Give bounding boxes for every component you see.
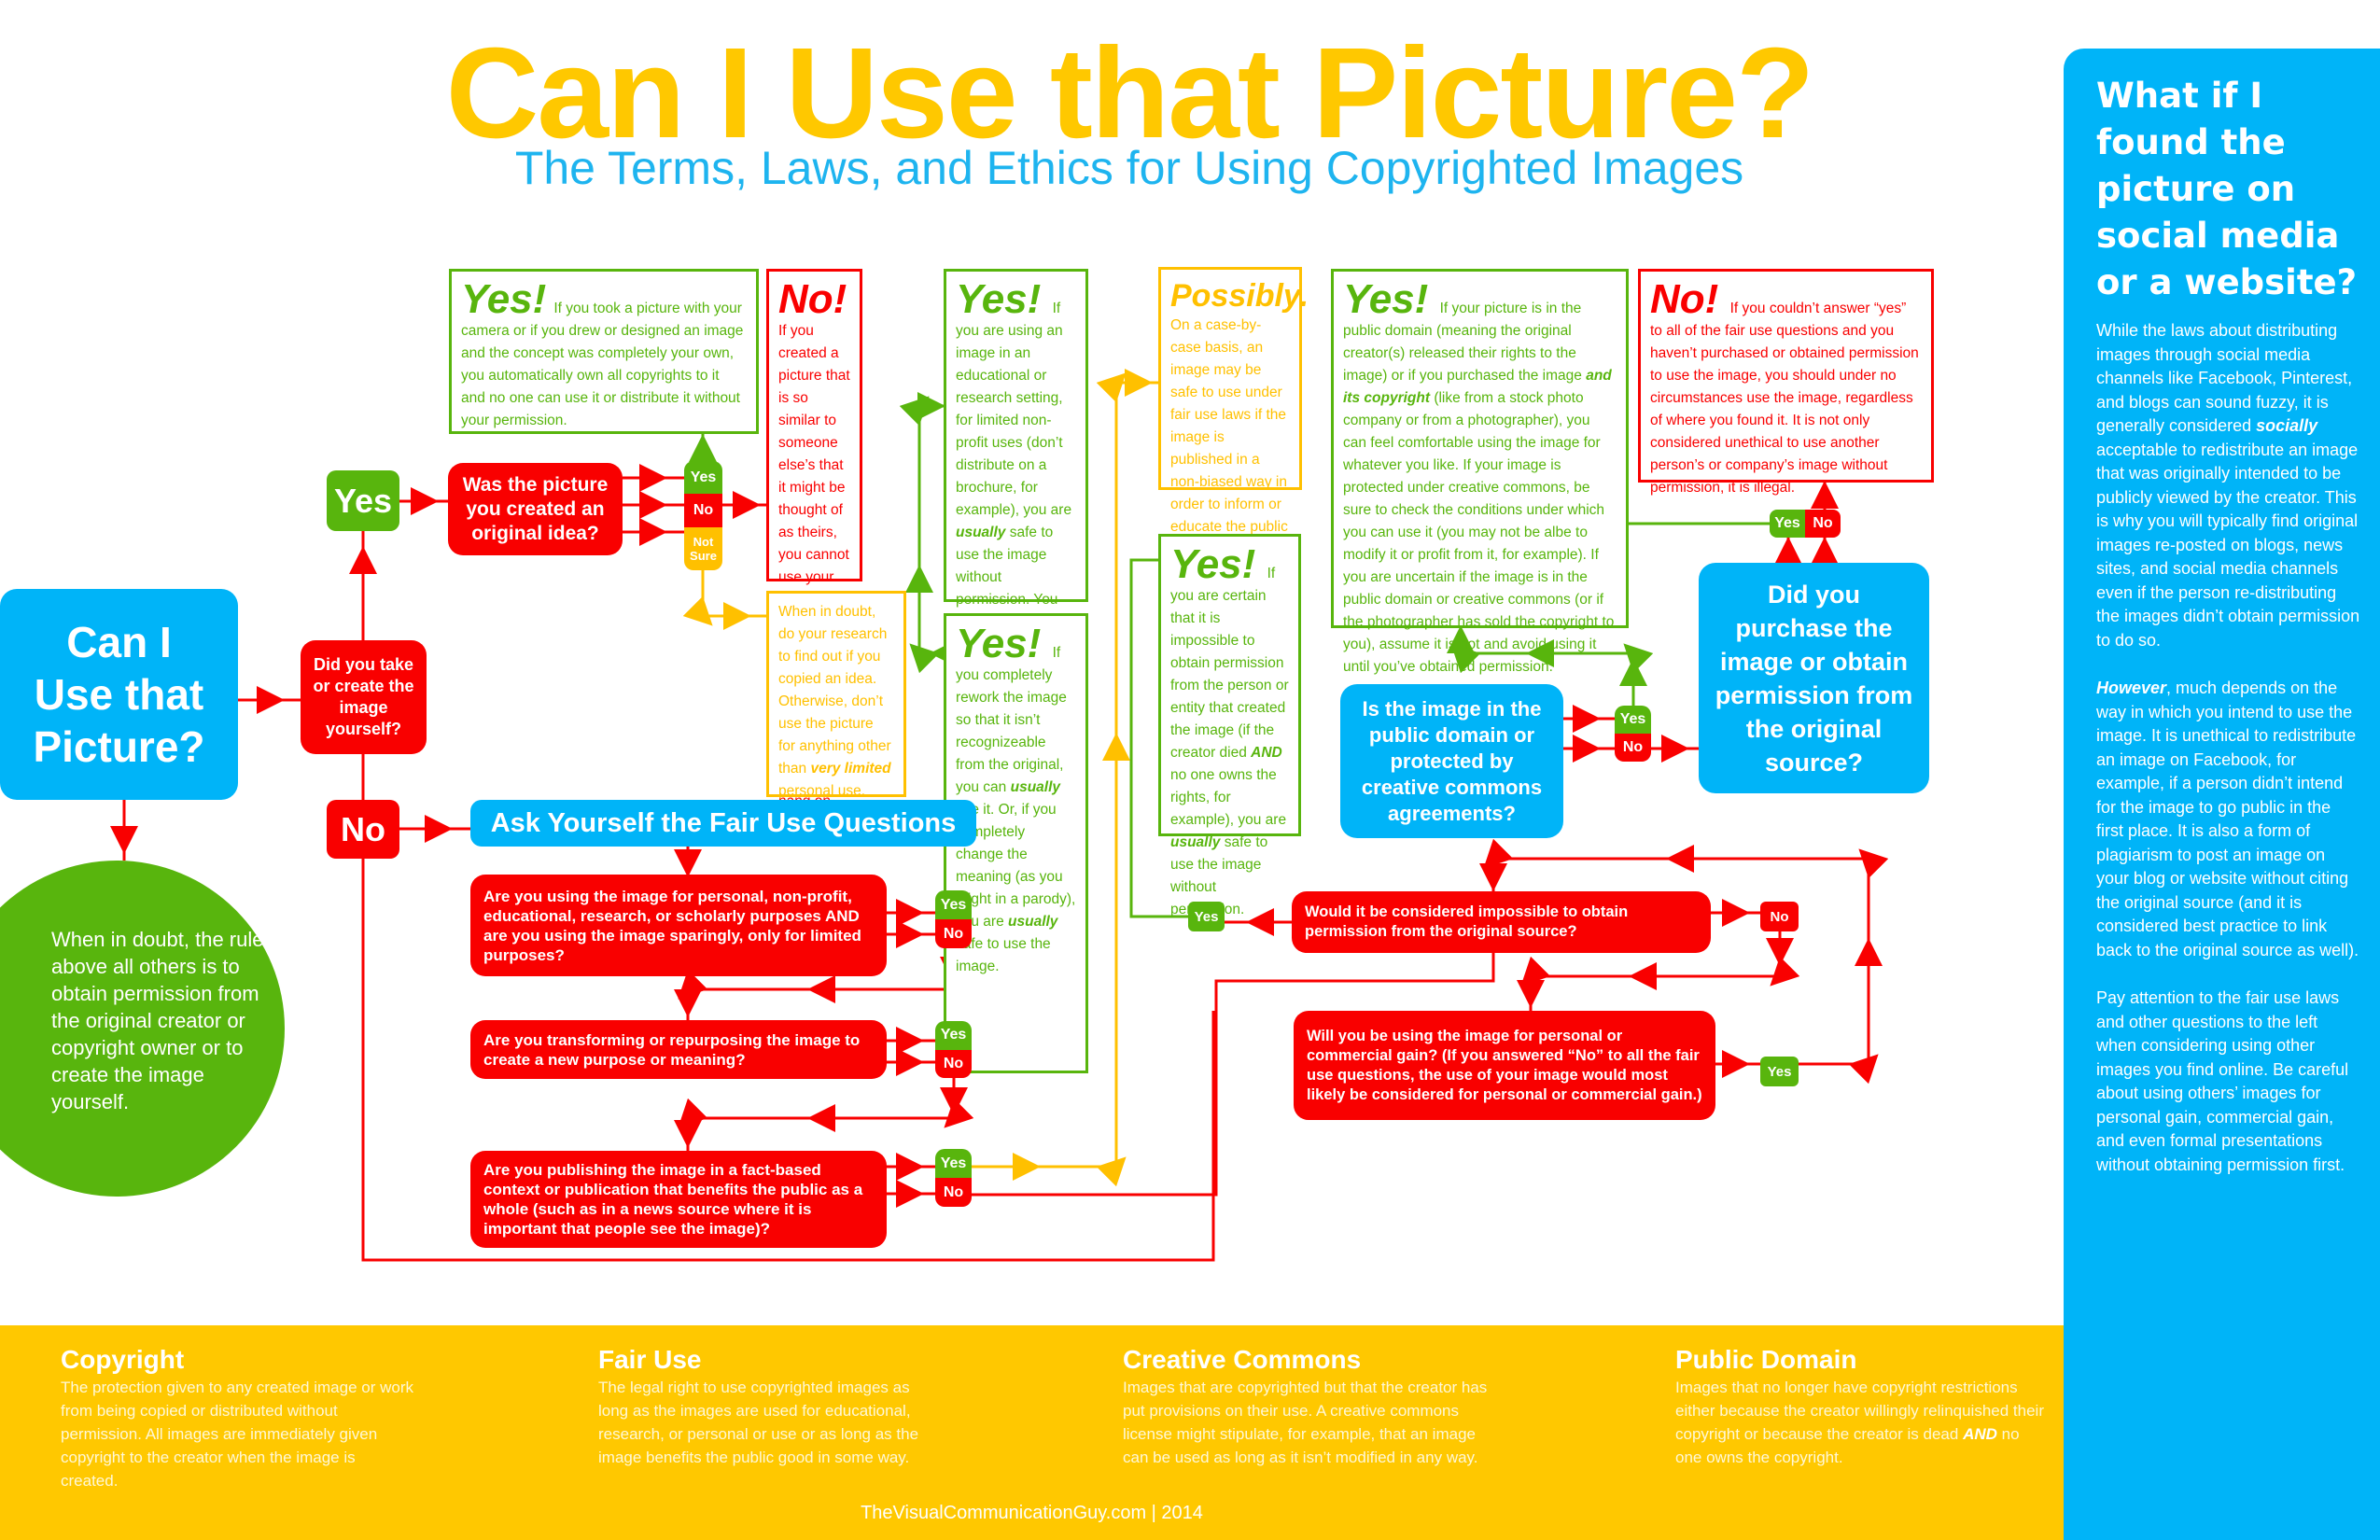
chip-no: No — [935, 919, 972, 948]
q3-answer-chip: Yes No — [935, 1149, 972, 1207]
outcome-heading: Yes! — [1343, 276, 1429, 322]
purchase-answer-chip: Yes No — [1770, 510, 1841, 538]
emphasis: usually — [1008, 914, 1058, 930]
outcome-heading: Yes! — [1170, 541, 1256, 587]
emphasis: However — [2096, 679, 2167, 697]
chip-no: No — [935, 1178, 972, 1207]
q1-answer-chip: Yes No — [935, 890, 972, 948]
credit-line[interactable]: TheVisualCommunicationGuy.com | 2014 — [0, 1503, 2064, 1524]
fair-use-header: Ask Yourself the Fair Use Questions — [470, 800, 976, 847]
chip-yes: Yes — [935, 1021, 972, 1050]
outcome-heading: Possibly. — [1170, 278, 1309, 314]
outcome-text: When in doubt, do your research to find … — [778, 604, 891, 777]
outcome-not-sure: When in doubt, do your research to find … — [766, 591, 906, 799]
outcome-text: personal use. — [778, 783, 866, 799]
fair-use-question-2: Are you transforming or repurposing the … — [470, 1020, 887, 1079]
outcome-text: no one owns the rights, for example), yo… — [1170, 767, 1287, 828]
sidebar-text: , much depends on the way in which you i… — [2096, 679, 2359, 959]
term-title: Fair Use — [598, 1345, 702, 1374]
answer-yes-chip: Yes — [327, 470, 399, 531]
emphasis: usually — [1170, 834, 1221, 850]
emphasis: usually — [1010, 779, 1061, 795]
answer-no-chip: No — [327, 800, 399, 859]
chip-yes: Yes — [1615, 706, 1651, 734]
outcome-heading: No! — [1650, 276, 1719, 322]
emphasis: socially — [2256, 416, 2318, 435]
chip-no: No — [935, 1049, 972, 1078]
q2-answer-chip: Yes No — [935, 1021, 972, 1078]
outcome-possibly: Possibly. On a case-by-case basis, an ima… — [1158, 267, 1309, 580]
outcome-yes-impossible: Yes! If you are certain that it is impos… — [1158, 534, 1301, 917]
outcome-text: If you took a picture with your camera o… — [461, 301, 744, 428]
emphasis: very limited — [810, 761, 891, 777]
outcome-text: (like from a stock photo company or from… — [1343, 390, 1615, 675]
term-fair-use: Fair Use The legal right to use copyrigh… — [598, 1344, 944, 1469]
term-public-domain: Public Domain Images that no longer have… — [1675, 1344, 2049, 1469]
page-subtitle: The Terms, Laws, and Ethics for Using Co… — [514, 142, 1744, 194]
chip-yes: Yes — [935, 1149, 972, 1178]
term-definition: The protection given to any created imag… — [61, 1379, 413, 1490]
question-commercial: Will you be using the image for personal… — [1294, 1011, 1715, 1120]
emphasis: usually — [956, 525, 1006, 540]
fair-use-question-1: Are you using the image for personal, no… — [470, 875, 887, 976]
outcome-heading: No! — [778, 276, 847, 322]
outcome-no-final: No! If you couldn’t answer “yes” to all … — [1638, 269, 1934, 496]
outcome-heading: Yes! — [461, 276, 547, 322]
term-creative-commons: Creative Commons Images that are copyrig… — [1123, 1344, 1496, 1469]
outcome-text: If you completely rework the image so th… — [956, 645, 1067, 795]
question-impossible: Would it be considered impossible to obt… — [1292, 891, 1711, 953]
public-domain-answer-chip: Yes No — [1615, 706, 1651, 762]
chip-no: No — [1805, 510, 1841, 538]
term-definition: The legal right to use copyrighted image… — [598, 1379, 919, 1466]
chip-no: No — [1615, 734, 1651, 762]
sidebar-title: What if I found the picture on social me… — [2096, 76, 2358, 302]
glossary-footer: Copyright The protection given to any cr… — [0, 1325, 2064, 1540]
outcome-text: If you couldn’t answer “yes” to all of t… — [1650, 301, 1919, 496]
impossible-yes-chip: Yes — [1188, 902, 1225, 931]
sidebar-text: acceptable to redistribute an image that… — [2096, 440, 2360, 650]
term-title: Public Domain — [1675, 1345, 1857, 1374]
question-public-domain: Is the image in the public domain or pro… — [1340, 684, 1563, 838]
term-title: Creative Commons — [1123, 1345, 1362, 1374]
chip-yes: Yes — [684, 461, 722, 495]
term-definition: Images that are copyrighted but that the… — [1123, 1379, 1488, 1466]
page-title: Can I Use that Picture? — [445, 21, 1815, 165]
outcome-yes-educational: Yes! If you are using an image in an edu… — [944, 269, 1088, 742]
term-title: Copyright — [61, 1345, 185, 1374]
chip-yes: Yes — [935, 890, 972, 919]
question-take-or-create: Did you take or create the image yoursel… — [301, 640, 427, 754]
answer-chip-yes-no-notsure: Yes No Not Sure — [684, 461, 722, 570]
outcome-yes-own: Yes! If you took a picture with your came… — [449, 269, 759, 434]
start-question-box: Can I Use that Picture? — [0, 589, 238, 800]
outcome-no-similar: No! If you created a picture that is so … — [766, 269, 862, 832]
term-copyright: Copyright The protection given to any cr… — [61, 1344, 415, 1492]
sidebar-paragraph-2: However, much depends on the way in whic… — [2096, 677, 2361, 962]
fair-use-question-3: Are you publishing the image in a fact-b… — [470, 1151, 887, 1248]
emphasis: AND — [1251, 745, 1282, 761]
outcome-text: If you are certain that it is impossible… — [1170, 566, 1289, 761]
outcome-text: If you are using an image in an educatio… — [956, 301, 1072, 518]
chip-yes: Yes — [1770, 510, 1805, 538]
outcome-yes-public-domain: Yes! If your picture is in the public do… — [1331, 269, 1629, 675]
outcome-heading: Yes! — [956, 621, 1042, 666]
term-definition: Images that no longer have copyright res… — [1675, 1376, 2049, 1469]
chip-no: No — [684, 494, 722, 527]
sidebar-social-media: What if I found the picture on social me… — [2064, 49, 2380, 1540]
impossible-no-chip: No — [1760, 902, 1799, 931]
question-original-idea: Was the picture you created an original … — [448, 463, 623, 555]
outcome-heading: Yes! — [956, 276, 1042, 322]
sidebar-paragraph-1: While the laws about distributing images… — [2096, 319, 2361, 652]
question-purchase: Did you purchase the image or obtain per… — [1699, 563, 1929, 793]
sidebar-paragraph-3: Pay attention to the fair use laws and o… — [2096, 988, 2349, 1174]
emphasis: AND — [1963, 1425, 1997, 1443]
chip-not-sure: Not Sure — [684, 526, 722, 570]
commercial-yes-chip: Yes — [1760, 1057, 1799, 1086]
